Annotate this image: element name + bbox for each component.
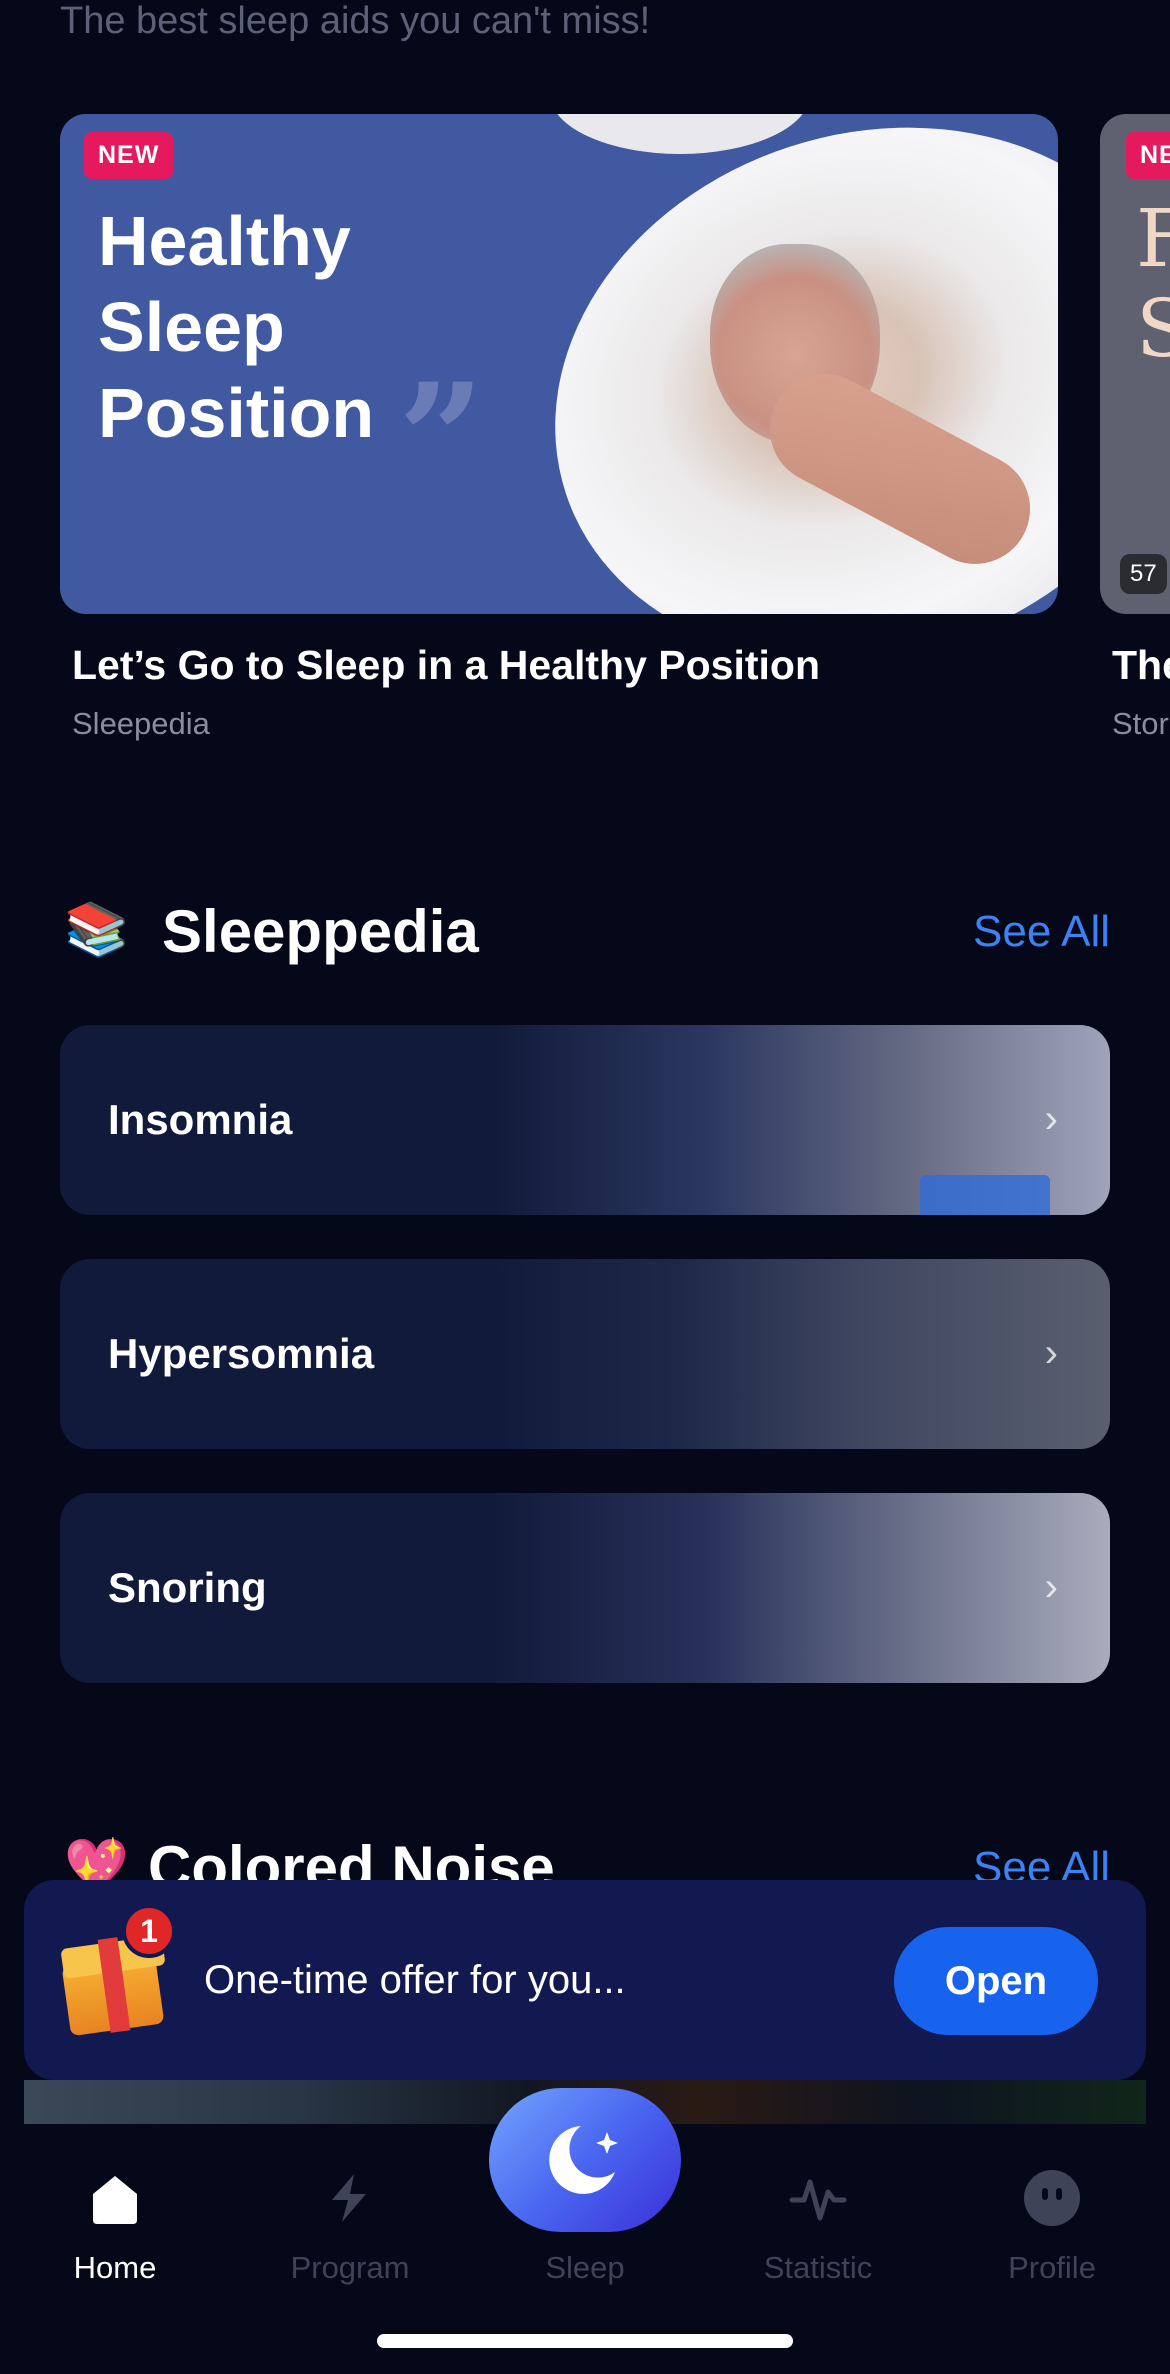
topic-card-hypersomnia[interactable]: Hypersomnia ›	[60, 1259, 1110, 1449]
card-source: Sleepedia	[72, 706, 210, 741]
topic-photo	[490, 1259, 1110, 1449]
clock-glow	[920, 1175, 1050, 1215]
topic-label: Insomnia	[108, 1096, 293, 1143]
card-headline: F S	[1136, 192, 1170, 375]
chevron-right-icon: ›	[1044, 1565, 1058, 1609]
section-title: Sleeppedia	[162, 898, 479, 965]
open-button[interactable]: Open	[894, 1927, 1098, 2035]
new-badge: NE	[1126, 132, 1170, 179]
program-icon	[332, 2174, 366, 2222]
tab-program[interactable]: Program	[260, 2168, 440, 2288]
sleeppedia-header: 📚 Sleeppedia See All	[60, 890, 1110, 970]
card-title[interactable]: Let’s Go to Sleep in a Healthy Position	[72, 642, 820, 689]
featured-card[interactable]: NEW Healthy Sleep Position ”	[60, 114, 1058, 614]
books-icon: 📚	[64, 901, 129, 959]
tab-statistic[interactable]: Statistic	[728, 2168, 908, 2288]
tab-label: Profile	[1008, 2250, 1096, 2285]
topic-card-snoring[interactable]: Snoring ›	[60, 1493, 1110, 1683]
tab-label: Program	[290, 2250, 410, 2285]
new-badge: NEW	[84, 132, 174, 179]
card-source: Stor	[1112, 706, 1169, 741]
duration-badge: 57	[1120, 554, 1167, 594]
decor-shape	[550, 114, 810, 154]
tab-sleep[interactable]	[489, 2088, 681, 2232]
topic-card-insomnia[interactable]: Insomnia ›	[60, 1025, 1110, 1215]
home-icon	[93, 2176, 137, 2224]
chevron-right-icon: ›	[1044, 1097, 1058, 1141]
tab-label: Home	[73, 2250, 157, 2285]
see-all-link[interactable]: See All	[973, 904, 1110, 960]
tab-profile[interactable]: Profile	[962, 2168, 1142, 2288]
card-headline: Healthy Sleep Position	[98, 202, 375, 452]
tab-label: Statistic	[763, 2250, 873, 2285]
topic-photo	[490, 1493, 1110, 1683]
home-indicator	[377, 2334, 793, 2348]
quote-icon: ”	[398, 351, 485, 527]
tab-home[interactable]: Home	[25, 2168, 205, 2288]
card-title[interactable]: The	[1112, 642, 1170, 689]
topic-label: Hypersomnia	[108, 1330, 375, 1377]
topic-label: Snoring	[108, 1564, 267, 1611]
profile-icon	[1024, 2170, 1080, 2226]
notification-badge: 1	[122, 1904, 176, 1958]
moon-icon	[549, 2126, 618, 2194]
statistic-icon	[789, 2179, 847, 2221]
featured-card[interactable]: NE F S 57	[1100, 114, 1170, 614]
offer-text: One-time offer for you...	[204, 1958, 626, 2002]
chevron-right-icon: ›	[1044, 1331, 1058, 1375]
section-subtitle: The best sleep aids you can't miss!	[60, 0, 651, 42]
offer-banner[interactable]: 1 One-time offer for you... Open	[24, 1880, 1146, 2080]
tab-label: Sleep	[545, 2250, 625, 2285]
